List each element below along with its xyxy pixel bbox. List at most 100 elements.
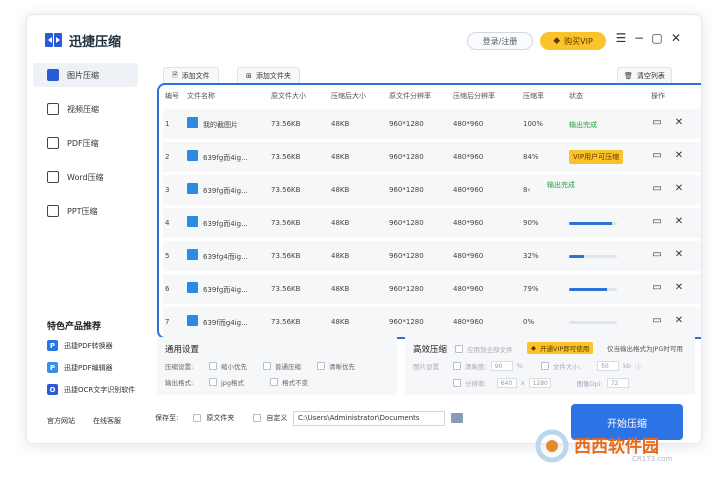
ppt-icon [47,205,59,217]
table-row[interactable]: 2 639fg而4ig... 73.56KB 48KB 960*1280 480*960 8… [163,142,701,172]
compressed-resolution: 480*960 [453,219,484,227]
clarity-label: 清晰度: [465,363,487,371]
close-icon[interactable]: ✕ [668,31,684,45]
general-settings-title: 通用设置 [165,345,200,355]
general-settings-panel: 通用设置 压缩设置: 缩小优先 普通压缩 清晰优先 输出格式: jpg格式 格式… [157,337,397,395]
login-button[interactable]: 登录/注册 [467,32,533,50]
col-status: 状态 [569,92,583,100]
menu-icon[interactable]: ☰ [613,31,629,45]
original-size: 73.56KB [271,318,301,326]
product-label: 迅捷PDF转换器 [64,341,113,350]
sidebar-item-label: PPT压缩 [67,206,98,216]
table-row[interactable]: 5 639fg4而ig... 73.56KB 48KB 960*1280 480*960 3… [163,241,701,271]
products-title: 特色产品推荐 [47,322,102,332]
delete-icon[interactable]: ✕ [673,315,685,327]
original-size: 73.56KB [271,285,301,293]
sidebar-item-word-compress[interactable]: Word压缩 [33,165,138,189]
file-name: 639fg而4ig... [203,154,248,162]
row-number: 2 [165,153,170,161]
res-height-input[interactable]: 1280 [528,378,551,388]
compressed-resolution: 480*960 [453,318,484,326]
clear-list-label: 清空列表 [636,72,665,80]
image-thumbnail-icon [187,150,198,161]
open-folder-icon[interactable]: ▭ [651,249,663,261]
folder-icon[interactable] [451,413,463,423]
apply-all-checkbox[interactable] [455,345,463,353]
format-keep-checkbox[interactable] [270,378,279,386]
save-path-input[interactable]: C:\Users\Administrator\Documents [293,411,445,426]
open-folder-icon[interactable]: ▭ [651,117,663,129]
times-symbol: x [520,379,525,387]
delete-icon[interactable]: ✕ [673,249,685,261]
open-vip-tag[interactable]: ◆ 开通VIP即可使用 [527,342,594,354]
sidebar-item-ppt-compress[interactable]: PPT压缩 [33,199,138,223]
diamond-icon: ◆ [553,36,561,46]
res-width-input[interactable]: 640 [496,378,517,388]
progress-fill [569,222,613,225]
mode-normal-checkbox[interactable] [263,362,271,370]
col-new-size: 压缩后大小 [331,92,366,100]
sidebar-item-pdf-compress[interactable]: PDF压缩 [33,131,138,155]
open-folder-icon[interactable]: ▭ [651,315,663,327]
image-quality-row: 图片设置: 清晰度: 90 % 文件大小: 50 kb ⓘ [413,361,641,371]
dpi-input[interactable]: 72 [606,378,629,388]
format-jpg-checkbox[interactable] [209,378,217,386]
open-folder-icon[interactable]: ▭ [651,150,663,162]
status-vip-tag[interactable]: VIP用户可压缩 [569,150,624,164]
file-name: 639fg而4ig... [203,220,248,228]
row-number: 3 [165,186,170,194]
custom-folder-checkbox[interactable] [253,414,262,422]
table-row[interactable]: 6 639fg而4ig... 73.56KB 48KB 960*1280 480*960 7… [163,274,701,304]
file-size-input[interactable]: 50 [597,361,620,371]
table-row[interactable]: 1 我的截图片 73.56KB 48KB 960*1280 480*960 100% 输出完成… [163,109,701,139]
progress-bar [569,288,617,291]
orig-folder-checkbox[interactable] [193,414,202,422]
sidebar-item-image-compress[interactable]: 图片压缩 [33,63,138,87]
table-row[interactable]: 3 639fg而4ig... 73.56KB 48KB 960*1280 480*960 8… [163,175,701,205]
buy-vip-button[interactable]: ◆ 购买VIP [540,32,606,50]
product-pdf-converter[interactable]: P 迅捷PDF转换器 [47,340,113,351]
sidebar: 图片压缩 视频压缩 PDF压缩 Word压缩 PPT压缩 特色产品推荐 P 迅捷… [27,61,147,443]
file-name: 639fg而4ig... [203,187,248,195]
col-orig-size: 原文件大小 [271,92,306,100]
minimize-icon[interactable]: − [631,31,647,45]
image-thumbnail-icon [187,249,198,260]
clarity-checkbox[interactable] [453,362,461,370]
compressed-size: 48KB [331,186,350,194]
official-website-link[interactable]: 官方网站 [47,416,75,426]
sidebar-item-video-compress[interactable]: 视频压缩 [33,97,138,121]
online-service-link[interactable]: 在线客服 [93,416,121,426]
output-format-row: 输出格式: jpg格式 格式不变 [165,377,308,387]
maximize-icon[interactable]: ▢ [649,31,665,45]
mode-small-checkbox[interactable] [209,362,217,370]
resolution-label: 分辨率: [465,380,487,388]
delete-icon[interactable]: ✕ [673,216,685,228]
open-folder-icon[interactable]: ▭ [651,282,663,294]
compress-mode-row: 压缩设置: 缩小优先 普通压缩 清晰优先 [165,361,355,371]
add-folder-label: 添加文件夹 [255,72,291,80]
watermark-site: CR173.com [632,455,672,463]
product-pdf-editor[interactable]: P 迅捷PDF编辑器 [47,362,113,373]
add-file-label: 添加文件 [181,72,210,80]
mode-clear-checkbox[interactable] [317,362,325,370]
jpg-only-note: 仅当输出格式为JPG时可用 [607,345,683,353]
col-num: 编号 [165,92,179,100]
product-ocr[interactable]: O 迅捷OCR文字识别软件 [47,384,135,395]
delete-icon[interactable]: ✕ [673,282,685,294]
open-folder-icon[interactable]: ▭ [651,216,663,228]
table-row[interactable]: 7 639f而g4ig... 73.56KB 48KB 960*1280 480*960 0… [163,307,701,337]
delete-icon[interactable]: ✕ [673,150,685,162]
compress-rate: 0% [523,318,535,326]
resolution-checkbox[interactable] [453,379,461,387]
table-row[interactable]: 4 639fg而4ig... 73.56KB 48KB 960*1280 480*960 9… [163,208,701,238]
delete-icon[interactable]: ✕ [673,117,685,129]
open-folder-icon[interactable]: ▭ [651,183,663,195]
delete-icon[interactable]: ✕ [673,183,685,195]
file-size-checkbox[interactable] [540,362,549,370]
video-icon [47,103,59,115]
file-table: 编号 文件名称 原文件大小 压缩后大小 原文件分辨率 压缩后分辨率 压缩率 状态… [157,83,701,339]
original-size: 73.56KB [271,219,301,227]
clarity-input[interactable]: 90 [490,361,513,371]
original-resolution: 960*1280 [389,285,424,293]
title-bar: 迅捷压缩 登录/注册 ◆ 购买VIP ☰ − ▢ ✕ [27,15,701,65]
